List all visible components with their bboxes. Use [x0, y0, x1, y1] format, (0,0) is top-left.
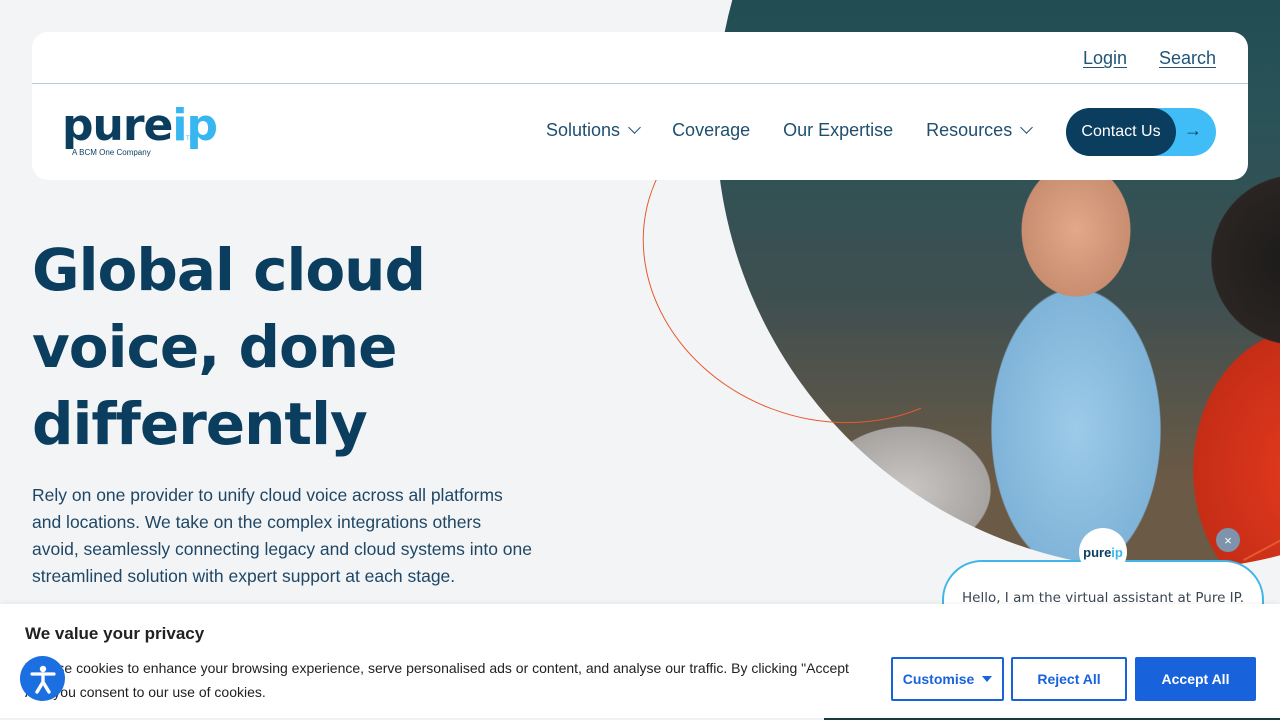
- chat-avatar-ip: ip: [1111, 544, 1123, 560]
- pureip-logo[interactable]: pureip TM A BCM One Company: [62, 104, 218, 158]
- nav-resources-label: Resources: [926, 120, 1013, 140]
- utility-bar: Login Search: [32, 32, 1248, 84]
- hero-title-line-3: differently: [32, 390, 368, 458]
- chat-close-button[interactable]: ×: [1216, 528, 1240, 552]
- hero-title-line-2: voice, done: [32, 313, 397, 381]
- chat-avatar[interactable]: pure ip: [1079, 528, 1127, 576]
- contact-us-button[interactable]: Contact Us →: [1066, 108, 1216, 156]
- logo-tagline: A BCM One Company: [72, 148, 151, 157]
- accessibility-button[interactable]: [20, 656, 65, 701]
- contact-us-label: Contact Us: [1066, 108, 1176, 156]
- arrow-right-icon: →: [1184, 120, 1202, 140]
- cookie-banner: We value your privacy We use cookies to …: [0, 604, 1280, 718]
- nav-our-expertise-label: Our Expertise: [783, 120, 894, 140]
- logo-trademark: TM: [186, 136, 195, 142]
- nav-our-expertise[interactable]: Our Expertise: [783, 120, 893, 141]
- nav-coverage-label: Coverage: [672, 120, 751, 140]
- chevron-down-icon: [1020, 121, 1034, 134]
- caret-down-icon: [982, 676, 993, 682]
- nav-solutions[interactable]: Solutions: [546, 120, 641, 141]
- cookie-text: We use cookies to enhance your browsing …: [25, 660, 849, 700]
- hero-title-line-1: Global cloud: [32, 236, 426, 304]
- nav-coverage[interactable]: Coverage: [672, 120, 750, 141]
- hero-description: Rely on one provider to unify cloud voic…: [32, 485, 532, 586]
- cookie-title: We value your privacy: [25, 624, 205, 643]
- hero-title: Global cloud voice, done differently: [32, 232, 552, 463]
- login-link[interactable]: Login: [1083, 48, 1127, 69]
- logo-word-pure: pure: [62, 100, 173, 151]
- main-nav: Solutions Coverage Our Expertise Resourc…: [546, 120, 1064, 141]
- customise-label: Customise: [902, 671, 975, 687]
- logo-word-ip: ip: [172, 100, 218, 151]
- chevron-down-icon: [628, 121, 641, 134]
- search-link[interactable]: Search: [1159, 48, 1216, 69]
- reject-all-button[interactable]: Reject All: [1011, 657, 1127, 701]
- site-header: Login Search pureip TM A BCM One Company…: [32, 32, 1248, 180]
- nav-resources[interactable]: Resources: [926, 120, 1034, 141]
- chat-avatar-pure: pure: [1083, 544, 1112, 560]
- nav-solutions-label: Solutions: [546, 120, 621, 140]
- accept-all-button[interactable]: Accept All: [1135, 657, 1256, 701]
- customise-button[interactable]: Customise: [891, 657, 1004, 701]
- accessibility-icon: [29, 665, 56, 694]
